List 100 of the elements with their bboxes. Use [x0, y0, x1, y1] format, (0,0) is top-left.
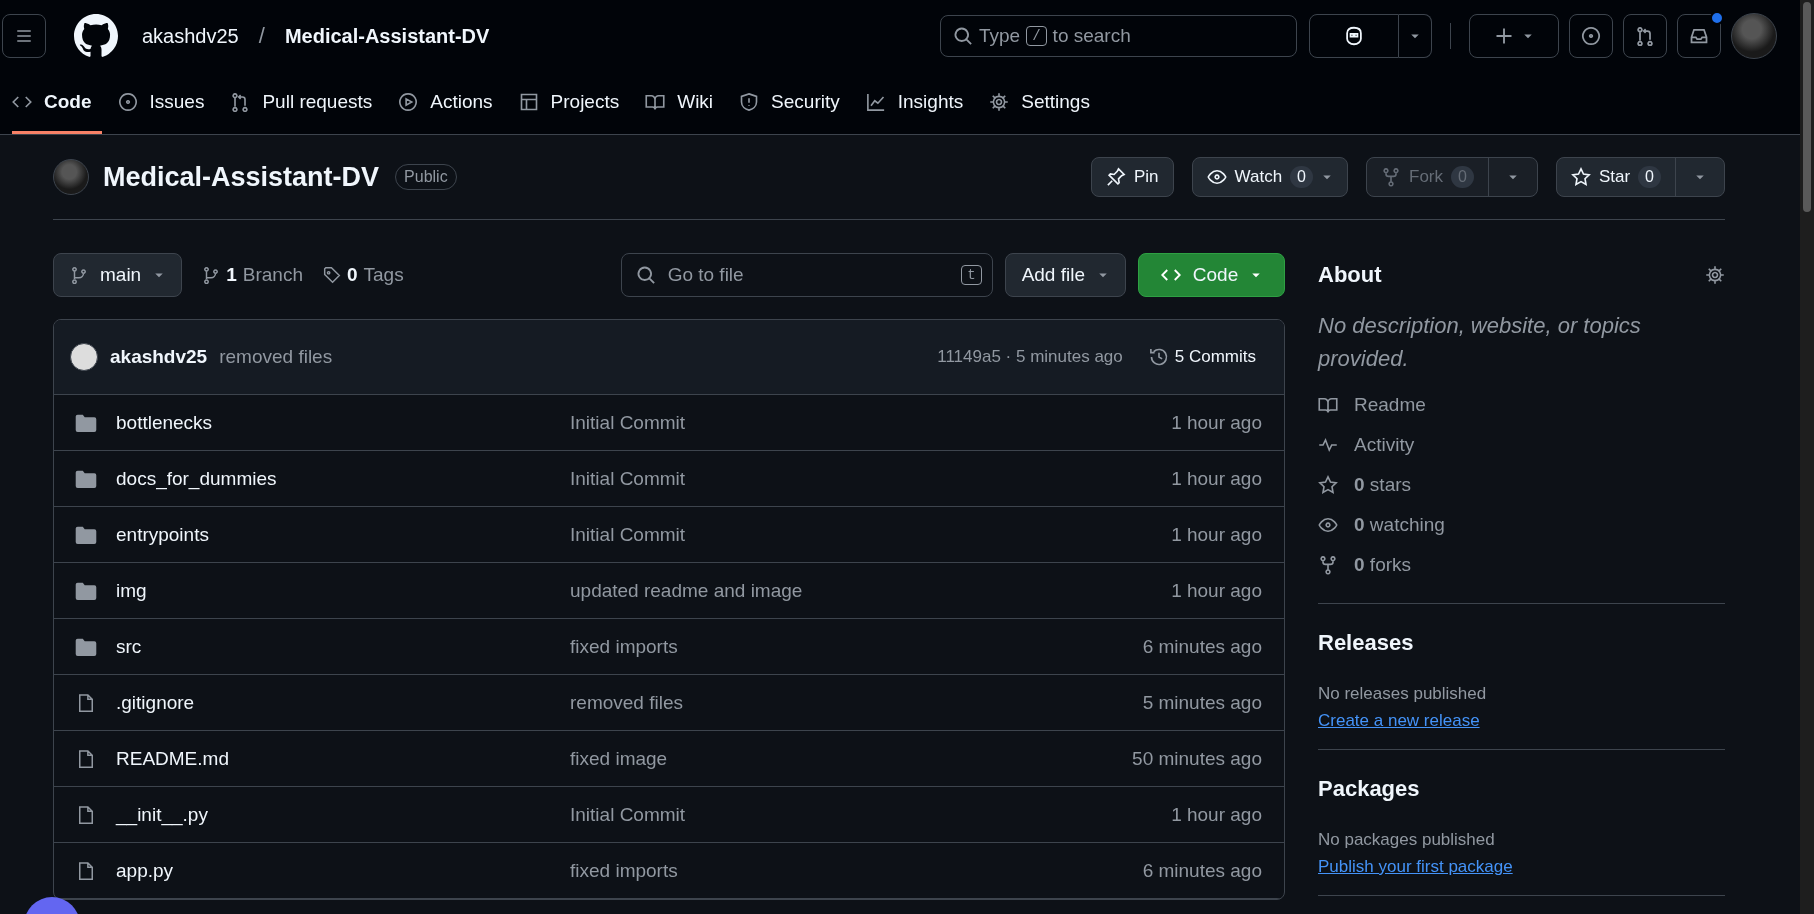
branches-link[interactable]: 1 Branch — [202, 264, 303, 286]
star-icon — [1570, 167, 1591, 187]
commit-message-link[interactable]: Initial Commit — [570, 411, 1172, 434]
file-name-link[interactable]: bottlenecks — [116, 411, 570, 434]
file-name-link[interactable]: __init__.py — [116, 803, 570, 826]
branch-selector[interactable]: main — [53, 253, 183, 297]
section-note: No releases published — [1318, 684, 1488, 704]
commits-link[interactable]: 5 Commits — [1148, 347, 1256, 367]
section-link[interactable]: Create a new release — [1318, 711, 1480, 730]
commit-message-link[interactable]: Initial Commit — [570, 467, 1172, 490]
menu-icon — [15, 27, 33, 45]
nav-tab[interactable]: Wiki — [645, 72, 724, 134]
branch-icon — [202, 266, 221, 284]
table-icon — [518, 91, 539, 112]
nav-tab[interactable]: Pull requests — [230, 72, 383, 134]
section-link[interactable]: Publish your first package — [1318, 857, 1513, 876]
go-to-file-field[interactable]: Go to file t — [620, 253, 993, 297]
section-heading: Packages — [1318, 776, 1421, 802]
graph-icon — [865, 91, 886, 112]
commit-message-link[interactable]: updated readme and image — [570, 579, 1172, 602]
fork-icon — [1318, 555, 1338, 575]
shield-icon — [739, 91, 760, 112]
commit-message-link[interactable]: removed files — [570, 691, 1143, 714]
commit-author[interactable]: akashdv25 — [110, 346, 208, 368]
commit-time: 5 minutes ago — [1142, 691, 1262, 714]
nav-tab[interactable]: Settings — [989, 72, 1100, 134]
author-avatar — [70, 343, 98, 371]
play-icon — [398, 91, 419, 112]
pull-request-icon — [230, 91, 251, 112]
gear-icon — [989, 91, 1010, 112]
commit-time: 6 minutes ago — [1142, 859, 1262, 882]
commit-time: 1 hour ago — [1171, 523, 1262, 546]
file-name-link[interactable]: app.py — [116, 859, 570, 882]
watch-button[interactable]: Watch 0 — [1192, 158, 1347, 196]
commit-time: 50 minutes ago — [1132, 747, 1262, 770]
commit-message-link[interactable]: fixed imports — [570, 635, 1143, 658]
commit-time: 6 minutes ago — [1142, 635, 1262, 658]
eye-icon — [1318, 515, 1338, 535]
pull-requests-button[interactable] — [1623, 14, 1667, 58]
add-file-button[interactable]: Add file — [1004, 253, 1126, 297]
folder-icon — [74, 637, 98, 656]
file-name-link[interactable]: img — [116, 579, 570, 602]
repo-owner-avatar — [53, 159, 89, 195]
nav-tab[interactable]: Actions — [398, 72, 503, 134]
issues-button[interactable] — [1569, 14, 1613, 58]
octocat-logo-icon[interactable] — [74, 14, 118, 58]
go-to-file-placeholder: Go to file — [667, 264, 745, 286]
star-icon — [1318, 475, 1338, 495]
user-avatar[interactable] — [1731, 13, 1777, 59]
menu-button[interactable] — [2, 14, 46, 58]
inbox-button[interactable] — [1677, 14, 1721, 58]
commit-message[interactable]: removed files — [219, 346, 333, 368]
code-button[interactable]: Code — [1138, 253, 1285, 297]
scrollbar[interactable] — [1800, 0, 1814, 914]
branch-icon — [70, 266, 88, 284]
about-link[interactable]: 0 stars — [1318, 465, 1725, 505]
commit-message-link[interactable]: Initial Commit — [570, 523, 1172, 546]
about-description: No description, website, or topics provided. — [1318, 312, 1642, 373]
commit-message-link[interactable]: fixed image — [570, 747, 1133, 770]
commit-message-link[interactable]: fixed imports — [570, 859, 1143, 882]
about-link[interactable]: Activity — [1318, 425, 1725, 465]
commit-time: 1 hour ago — [1171, 579, 1262, 602]
copilot-button[interactable] — [1309, 14, 1399, 58]
nav-tab[interactable]: Code — [12, 72, 102, 134]
file-name-link[interactable]: entrypoints — [116, 523, 570, 546]
inbox-icon — [1689, 26, 1709, 46]
search-field[interactable]: Type / to search — [940, 15, 1297, 57]
section-note: No packages published — [1318, 830, 1496, 850]
tag-icon — [322, 266, 341, 284]
search-icon — [635, 265, 656, 285]
pin-icon — [1105, 167, 1126, 187]
commit-time: 1 hour ago — [1171, 803, 1262, 826]
nav-tab[interactable]: Insights — [865, 72, 974, 134]
owner-link[interactable]: akashdv25 — [142, 24, 239, 48]
nav-tab[interactable]: Security — [739, 72, 850, 134]
fork-icon — [1381, 167, 1401, 187]
search-icon — [953, 26, 973, 46]
section-heading: Releases — [1318, 630, 1415, 656]
nav-tab[interactable]: Issues — [117, 72, 215, 134]
about-link[interactable]: Readme — [1318, 385, 1725, 425]
file-name-link[interactable]: .gitignore — [116, 691, 570, 714]
history-icon — [1148, 347, 1169, 367]
repo-link[interactable]: Medical-Assistant-DV — [284, 24, 490, 48]
file-name-link[interactable]: README.md — [116, 747, 570, 770]
settings-icon[interactable] — [1705, 265, 1725, 285]
about-link[interactable]: 0 forks — [1318, 545, 1725, 585]
pin-button[interactable]: Pin — [1091, 158, 1173, 196]
folder-icon — [74, 413, 98, 432]
nav-tab[interactable]: Projects — [518, 72, 630, 134]
commit-meta[interactable]: 11149a5 · 5 minutes ago — [937, 347, 1123, 367]
commit-message-link[interactable]: Initial Commit — [570, 803, 1172, 826]
file-name-link[interactable]: docs_for_dummies — [116, 467, 570, 490]
shortcut-key: / — [1026, 26, 1047, 46]
file-name-link[interactable]: src — [116, 635, 570, 658]
about-link[interactable]: 0 watching — [1318, 505, 1725, 545]
tags-link[interactable]: 0 Tags — [322, 264, 404, 286]
search-placeholder: to search — [1052, 25, 1131, 47]
book-icon — [1318, 395, 1338, 415]
folder-icon — [74, 469, 98, 488]
about-heading: About — [1318, 262, 1382, 288]
